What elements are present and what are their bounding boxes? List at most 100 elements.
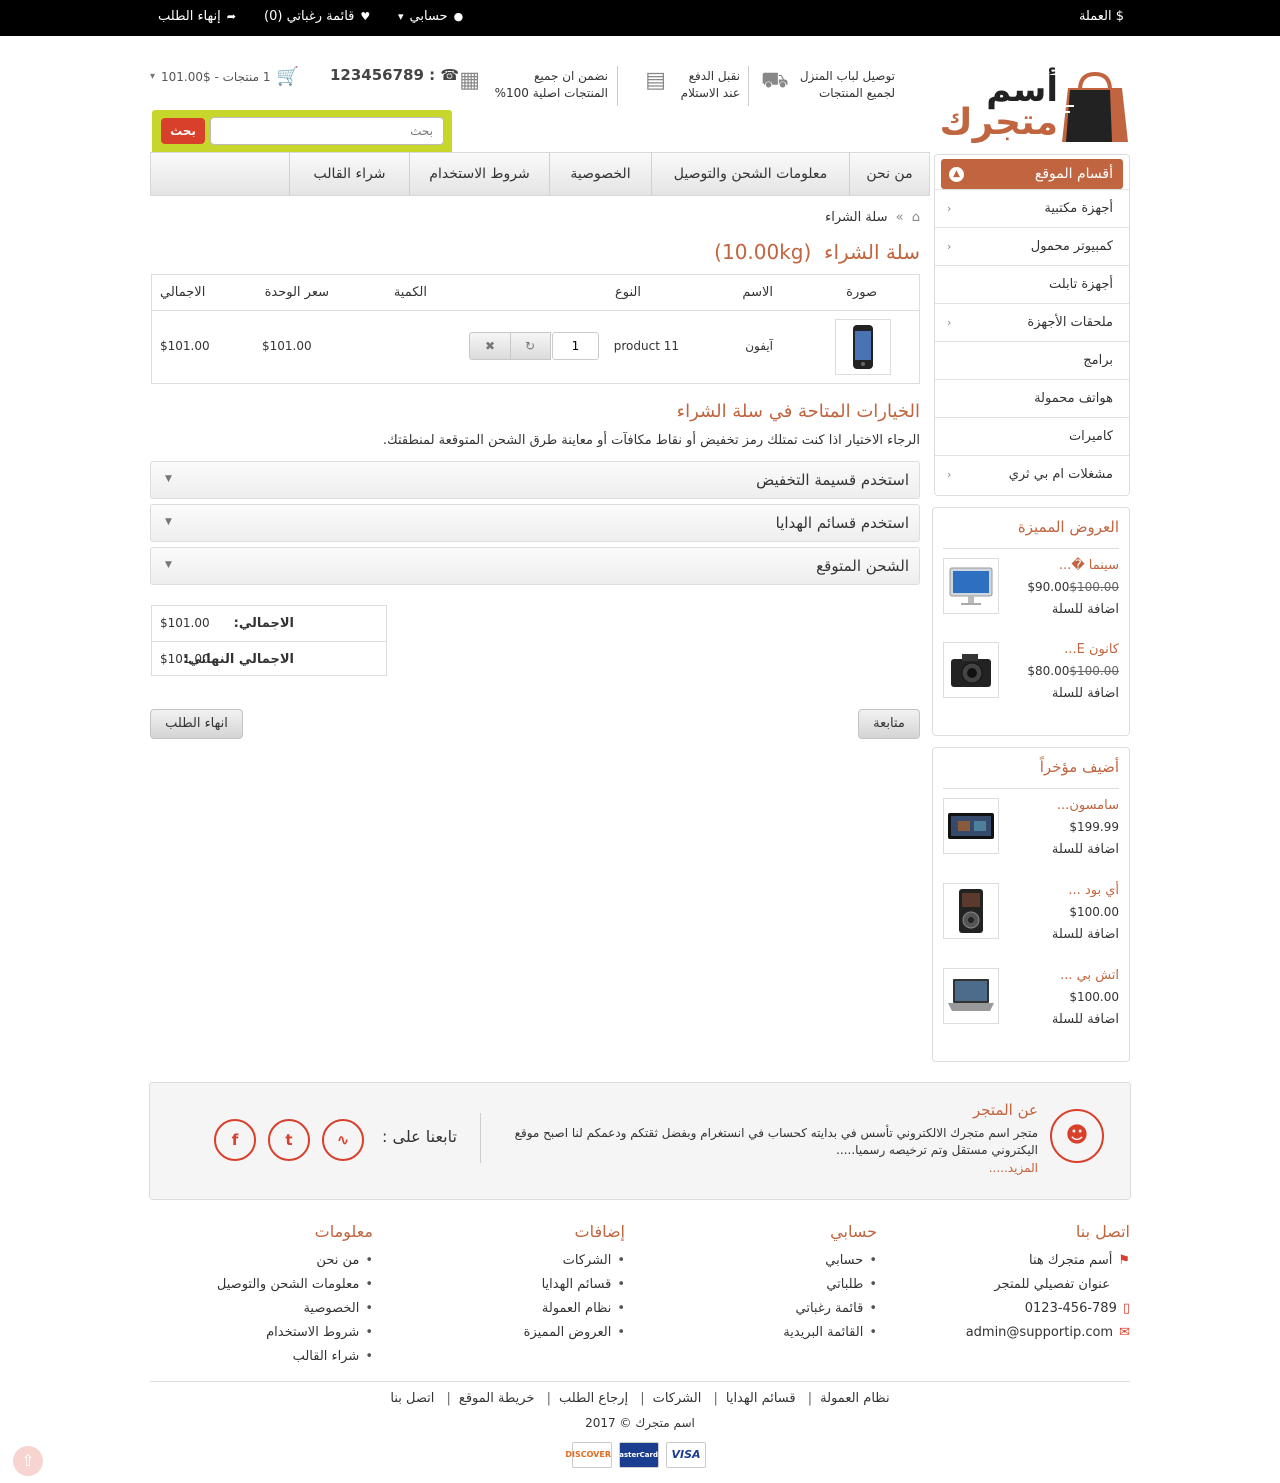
bottom-link[interactable]: إرجاع الطلب: [559, 1391, 628, 1406]
category-item[interactable]: كمبيوتر محمول ‹: [935, 227, 1129, 265]
category-item[interactable]: ملحقات الأجهزة ‹: [935, 303, 1129, 341]
product-name[interactable]: كانون E...: [1064, 642, 1119, 657]
add-to-cart-link[interactable]: اضافة للسلة: [1052, 842, 1119, 857]
cash-icon: ▤: [645, 68, 667, 93]
cell-name[interactable]: آيفون: [745, 339, 773, 353]
contact-item[interactable]: ✉ admin@supportip.com: [966, 1325, 1130, 1349]
mastercard-icon: MasterCard: [612, 1442, 659, 1468]
twitter-icon[interactable]: t: [268, 1119, 310, 1161]
facebook-icon[interactable]: f: [214, 1119, 256, 1161]
quantity-group: ↻ ✖: [469, 332, 599, 362]
product-thumbnail[interactable]: [943, 883, 999, 939]
footer-link[interactable]: •قائمة رغباتي: [783, 1301, 878, 1325]
bottom-link[interactable]: اتصل بنا: [390, 1391, 434, 1406]
footer-heading: إضافات: [574, 1222, 626, 1241]
product-price: $100.00: [1069, 990, 1119, 1004]
product-name[interactable]: أي بود ...: [1068, 883, 1119, 898]
account-menu[interactable]: ● حسابي ▾: [398, 9, 463, 24]
category-item[interactable]: أجهزة مكتبية ‹: [935, 189, 1129, 227]
product-thumbnail[interactable]: [943, 642, 999, 698]
footer-link[interactable]: •العروض المميزة: [524, 1325, 625, 1349]
subtotal-value: $101.00: [160, 616, 210, 630]
product-name[interactable]: سينما �...: [1059, 558, 1119, 573]
footer-link[interactable]: •حسابي: [783, 1253, 877, 1277]
cart-icon: 🛒: [276, 66, 299, 87]
caret-down-icon: ▼: [165, 474, 172, 484]
nav-item-buy-template[interactable]: شراء القالب: [289, 153, 409, 195]
remove-button[interactable]: ✖: [469, 332, 511, 360]
rss-icon[interactable]: ∿: [322, 1119, 364, 1161]
footer-link[interactable]: •القائمة البريدية: [783, 1325, 877, 1349]
nav-item-about[interactable]: من نحن: [849, 153, 929, 195]
checkout-link[interactable]: ➦ إنهاء الطلب: [158, 9, 236, 24]
footer-link[interactable]: •شروط الاستخدام: [217, 1325, 373, 1349]
product-thumbnail[interactable]: [943, 798, 999, 854]
feature-cod: نقبل الدفع عند الاستلام ▤: [639, 68, 740, 102]
checkout-button[interactable]: انهاء الطلب: [150, 709, 243, 739]
categories-header[interactable]: أقسام الموقع ▲: [941, 159, 1123, 189]
footer-link[interactable]: •من نحن: [217, 1253, 373, 1277]
coupon-accordion[interactable]: استخدم قسيمة التخفيض ▼: [150, 461, 920, 499]
footer-link[interactable]: •الخصوصية: [217, 1301, 373, 1325]
caret-down-icon: ▼: [165, 560, 172, 570]
search-input[interactable]: [210, 117, 444, 145]
product-thumbnail[interactable]: [943, 968, 999, 1024]
bottom-link[interactable]: الشركات: [653, 1391, 702, 1406]
category-item[interactable]: هواتف محمولة: [935, 379, 1129, 417]
about-section: ☻ عن المتجر متجر اسم متجرك الالكتروني تأ…: [149, 1082, 1131, 1200]
bottom-link[interactable]: نظام العمولة: [820, 1391, 889, 1406]
featured-panel: العروض المميزة سينما �... $90.00$100.00 …: [932, 507, 1130, 736]
footer-link-text: معلومات الشحن والتوصيل: [216, 1277, 360, 1292]
subtotal-label: الاجمالي:: [233, 616, 294, 631]
shipping-accordion[interactable]: الشحن المتوقع ▼: [150, 547, 920, 585]
category-item[interactable]: كاميرات: [935, 417, 1129, 455]
bottom-link[interactable]: خريطة الموقع: [459, 1391, 535, 1406]
contact-text: admin@supportip.com: [965, 1325, 1114, 1340]
about-more-link[interactable]: المزيد.....: [989, 1161, 1038, 1175]
quantity-input[interactable]: [552, 332, 599, 360]
nav-item-privacy[interactable]: الخصوصية: [549, 153, 651, 195]
search-button[interactable]: بحث: [161, 118, 205, 144]
scroll-to-top-button[interactable]: ⇧: [13, 1446, 43, 1476]
footer-link-text: نظام العمولة: [541, 1301, 612, 1316]
wishlist-link[interactable]: ♥ قائمة رغباتي (0): [264, 9, 370, 24]
nav-item-shipping[interactable]: معلومات الشحن والتوصيل: [651, 153, 849, 195]
bottom-link[interactable]: قسائم الهدايا: [726, 1391, 796, 1406]
currency-label: $ العملة: [1078, 9, 1124, 24]
totals-table: الاجمالي: $101.00 الاجمالي النهائي: $101…: [151, 605, 387, 676]
add-to-cart-link[interactable]: اضافة للسلة: [1052, 1012, 1119, 1027]
feature-line2: المنتجات اصلية 100%: [494, 86, 608, 100]
add-to-cart-link[interactable]: اضافة للسلة: [1052, 602, 1119, 617]
caret-down-icon: ▾: [398, 10, 404, 23]
footer-link[interactable]: •الشركات: [524, 1253, 625, 1277]
product-name[interactable]: اتش بي ...: [1060, 968, 1119, 983]
currency-selector[interactable]: $ العملة: [1079, 9, 1124, 24]
footer-link[interactable]: •معلومات الشحن والتوصيل: [217, 1277, 373, 1301]
contact-text: عنوان تفصيلي للمتجر: [994, 1277, 1110, 1292]
footer-link-text: العروض المميزة: [523, 1325, 612, 1340]
footer-link[interactable]: •طلباتي: [783, 1277, 877, 1301]
footer-account: حسابي •حسابي •طلباتي •قائمة رغباتي •القا…: [783, 1222, 877, 1349]
site-logo[interactable]: أسم متجرك: [930, 70, 1130, 148]
product-thumbnail[interactable]: [943, 558, 999, 614]
footer-link[interactable]: •شراء القالب: [217, 1349, 373, 1373]
feature-original: نضمن ان جميع المنتجات اصلية 100% ▦: [453, 68, 608, 102]
breadcrumb-current[interactable]: سلة الشراء: [825, 210, 887, 225]
nav-item-terms[interactable]: شروط الاستخدام: [409, 153, 549, 195]
about-text: متجر اسم متجرك الالكتروني تأسس في بدايته…: [514, 1126, 1038, 1157]
category-item[interactable]: أجهزة تابلت: [935, 265, 1129, 303]
home-icon[interactable]: ⌂: [912, 210, 920, 225]
category-item[interactable]: مشغلات ام بي ثري ‹: [935, 455, 1129, 493]
cart-summary[interactable]: 🛒 1 منتجات - $101.00 ▾: [150, 66, 299, 87]
category-item[interactable]: برامج: [935, 341, 1129, 379]
footer-link[interactable]: •نظام العمولة: [524, 1301, 625, 1325]
product-name[interactable]: سامسون...: [1057, 798, 1119, 813]
voucher-accordion[interactable]: استخدم قسائم الهدايا ▼: [150, 504, 920, 542]
continue-button[interactable]: متابعة: [858, 709, 920, 739]
product-image[interactable]: [835, 319, 891, 375]
add-to-cart-link[interactable]: اضافة للسلة: [1052, 927, 1119, 942]
refresh-button[interactable]: ↻: [509, 332, 551, 360]
category-label: هواتف محمولة: [1034, 391, 1113, 406]
footer-link[interactable]: •قسائم الهدايا: [524, 1277, 625, 1301]
add-to-cart-link[interactable]: اضافة للسلة: [1052, 686, 1119, 701]
